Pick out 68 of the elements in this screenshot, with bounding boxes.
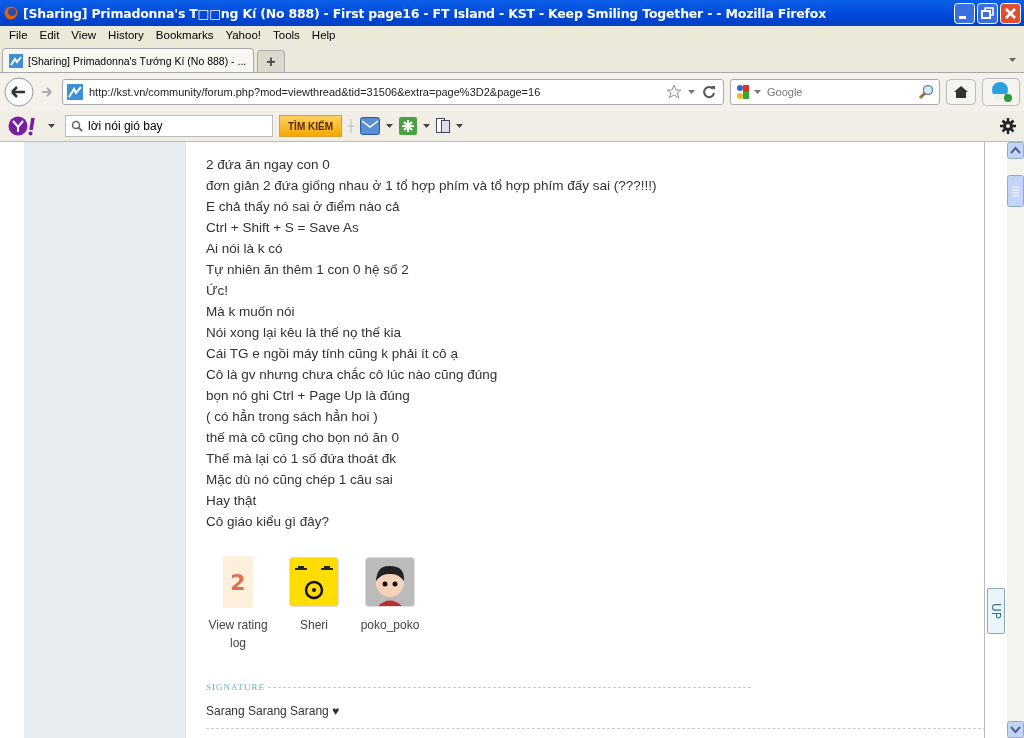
home-button[interactable]: [946, 79, 976, 105]
site-icon[interactable]: [67, 84, 83, 100]
avatar-drawing[interactable]: [289, 557, 339, 607]
reload-icon[interactable]: [701, 84, 717, 100]
caret-icon[interactable]: [48, 124, 55, 128]
caret-icon[interactable]: [456, 124, 463, 128]
restore-button[interactable]: [977, 2, 998, 24]
post-text-line: ( có hẳn trong sách hẳn hoi ): [206, 408, 379, 426]
post-text-line: đơn giản 2 đứa giống nhau ở 1 tổ hợp phím và tổ hợp phím đấy sai (???!!!): [206, 177, 658, 195]
menu-item[interactable]: Help: [305, 29, 342, 41]
post-text-line: Mà k muốn nói: [206, 303, 296, 321]
asterisk-icon[interactable]: [399, 117, 417, 135]
back-button[interactable]: [4, 77, 34, 107]
book-icon[interactable]: [436, 118, 450, 134]
search-field[interactable]: Google: [730, 79, 940, 105]
bookmark-star-icon[interactable]: [666, 84, 682, 100]
menu-item[interactable]: Edit: [33, 29, 66, 41]
search-button[interactable]: TÌM KIẾM: [279, 115, 342, 137]
close-button[interactable]: [1000, 2, 1021, 24]
post-text-line: Tự nhiên ăn thêm 1 con 0 hệ số 2: [206, 261, 410, 279]
signature-text: Sarang Sarang Sarang ♥: [206, 704, 341, 718]
search-engine-icon[interactable]: [735, 84, 751, 100]
post-text-line: Mặc dù nó cũng chép 1 câu sai: [206, 471, 394, 489]
post-text-line: thế mà cô cũng cho bọn nó ăn 0: [206, 429, 400, 447]
vertical-scrollbar[interactable]: [1007, 142, 1024, 738]
browser-tab[interactable]: [Sharing] Primadonna's Tướng Kí (No 888) - ...: [2, 48, 254, 72]
post-text-line: Ai nói là k có: [206, 240, 284, 258]
grip-icon[interactable]: [348, 119, 354, 133]
new-tab-button[interactable]: +: [257, 50, 285, 72]
search-icon[interactable]: [71, 120, 83, 132]
rater-name-link[interactable]: Sheri: [300, 616, 328, 634]
scroll-thumb-icon[interactable]: [1007, 175, 1024, 207]
post-text-line: Thế mà lại có 1 số đứa thoát đk: [206, 450, 397, 468]
post-text-line: Cô là gv nhưng chưa chắc cô lúc nào cũng đúng: [206, 366, 499, 384]
post-text-line: Cô giáo kiểu gì đây?: [206, 513, 331, 531]
rater-name-link[interactable]: poko_poko: [360, 616, 420, 634]
post-text-line: Nói xong lại kêu là thế nọ thế kia: [206, 324, 403, 342]
menu-item[interactable]: Tools: [267, 29, 306, 41]
menu-item[interactable]: Bookmarks: [149, 29, 220, 41]
signature-heading: SIGNATURE: [206, 682, 265, 692]
caret-icon[interactable]: [386, 124, 393, 128]
avatar-drawing[interactable]: [365, 557, 415, 607]
caret-icon[interactable]: [423, 124, 430, 128]
minimize-button[interactable]: [954, 2, 975, 24]
search-icon[interactable]: [918, 84, 934, 100]
post-text-line: 2 đứa ăn ngay con 0: [206, 156, 331, 174]
post-text-line: Cái TG e ngồi máy tính cũng k phải ít cô ạ: [206, 345, 459, 363]
caret-icon[interactable]: [688, 90, 695, 94]
site-icon[interactable]: [9, 53, 23, 68]
post-text-line: Hay thật: [206, 492, 258, 510]
scroll-to-top-button[interactable]: UP: [987, 588, 1005, 634]
post-text-line: E chả thấy nó sai ở điểm nào cả: [206, 198, 401, 216]
mail-icon[interactable]: [360, 117, 380, 135]
post-text-line: Ctrl + Shift + S = Save As: [206, 219, 360, 237]
menu-item[interactable]: Yahoo!: [219, 29, 267, 41]
settings-icon[interactable]: [1000, 118, 1016, 134]
post-text-line: Ức!: [206, 282, 230, 300]
post-text-line: bọn nó ghi Ctrl + Page Up là đúng: [206, 387, 411, 405]
search-field[interactable]: lời nói gió bay: [65, 115, 273, 137]
tab-list-caret-icon[interactable]: [1009, 58, 1016, 62]
window-title: [Sharing] Primadonna's T□□ng Kí (No 888) - First page16 - FT Island - KST - Keep Smiling Together - - Mozilla Firefox: [23, 5, 827, 21]
menu-item[interactable]: View: [65, 29, 103, 41]
menu-item[interactable]: File: [3, 29, 34, 41]
menu-item[interactable]: History: [102, 29, 150, 41]
view-rating-log-link[interactable]: View rating log: [203, 616, 273, 652]
address-bar[interactable]: http://kst.vn/community/forum.php?mod=viewthread&tid=31506&extra=page%3D2&page=16: [62, 79, 724, 105]
phone-app-button[interactable]: [982, 78, 1020, 106]
caret-icon[interactable]: [754, 90, 761, 94]
